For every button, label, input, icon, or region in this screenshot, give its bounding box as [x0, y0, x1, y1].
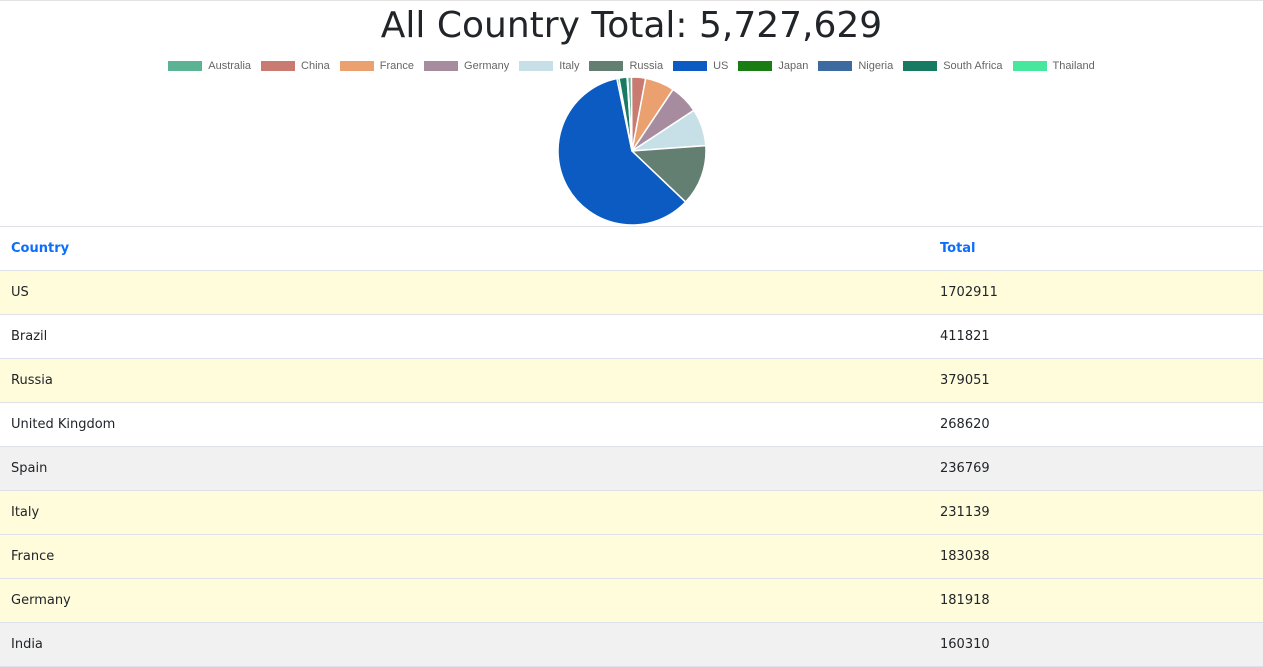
cell-country: Germany	[11, 593, 71, 608]
legend-item-nigeria[interactable]: Nigeria	[818, 60, 893, 72]
cell-total: 1702911	[940, 285, 998, 300]
legend-label: Russia	[629, 60, 664, 72]
legend-label: Thailand	[1052, 60, 1095, 72]
legend-swatch	[589, 61, 624, 71]
legend-item-france[interactable]: France	[339, 60, 415, 72]
cell-total: 181918	[940, 593, 990, 608]
legend-swatch	[818, 61, 853, 71]
table-row: Brazil 411821	[0, 315, 1263, 359]
cell-total: 183038	[940, 549, 990, 564]
cell-total: 236769	[940, 461, 990, 476]
cell-total: 379051	[940, 373, 990, 388]
table-row: Russia 379051	[0, 359, 1263, 403]
pie-chart	[556, 76, 707, 226]
cell-country: United Kingdom	[11, 417, 116, 432]
legend-item-china[interactable]: China	[261, 60, 330, 72]
legend-item-australia[interactable]: Australia	[168, 60, 251, 72]
legend-swatch	[673, 61, 708, 71]
cell-country: Russia	[11, 373, 53, 388]
table-row: India 160310	[0, 623, 1263, 667]
cell-country: US	[11, 285, 29, 300]
legend-label: France	[379, 60, 415, 72]
table-header-row: Country Total	[0, 227, 1263, 271]
cell-country: France	[11, 549, 55, 564]
country-table: Country Total US 1702911 Brazil 411821 Russi…	[0, 226, 1263, 667]
legend-swatch	[168, 61, 203, 71]
table-row: France 183038	[0, 535, 1263, 579]
legend-item-thailand[interactable]: Thailand	[1012, 60, 1095, 72]
legend-swatch	[738, 61, 773, 71]
legend-item-us[interactable]: US	[673, 60, 728, 72]
legend-label: Nigeria	[858, 60, 894, 72]
legend-label: Germany	[464, 60, 510, 72]
legend-label: Italy	[559, 60, 580, 72]
legend-swatch	[1012, 61, 1047, 71]
legend-swatch	[424, 61, 459, 71]
legend-swatch	[903, 61, 938, 71]
legend-label: US	[713, 60, 729, 72]
cell-country: Brazil	[11, 329, 48, 344]
cell-total: 411821	[940, 329, 990, 344]
table-row: Italy 231139	[0, 491, 1263, 535]
cell-country: Spain	[11, 461, 48, 476]
legend-item-italy[interactable]: Italy	[519, 60, 579, 72]
cell-total: 160310	[940, 637, 990, 652]
legend-item-japan[interactable]: Japan	[738, 60, 808, 72]
legend-label: South Africa	[943, 60, 1003, 72]
legend-item-russia[interactable]: Russia	[589, 60, 663, 72]
header-total[interactable]: Total	[940, 241, 976, 256]
table-row: US 1702911	[0, 271, 1263, 315]
table-row: Spain 236769	[0, 447, 1263, 491]
cell-country: India	[11, 637, 43, 652]
cell-country: Italy	[11, 505, 40, 520]
legend-swatch	[519, 61, 554, 71]
legend-item-south-africa[interactable]: South Africa	[903, 60, 1003, 72]
legend-item-germany[interactable]: Germany	[424, 60, 509, 72]
legend-swatch	[339, 61, 374, 71]
legend-label: China	[301, 60, 330, 72]
table-body: US 1702911 Brazil 411821 Russia 379051 United …	[0, 271, 1263, 667]
table-row: United Kingdom 268620	[0, 403, 1263, 447]
legend-swatch	[261, 61, 296, 71]
header-country[interactable]: Country	[0, 241, 940, 256]
legend-label: Australia	[208, 60, 252, 72]
pie-chart-container	[0, 76, 1263, 226]
top-divider	[0, 0, 1263, 1]
legend-label: Japan	[778, 60, 809, 72]
cell-total: 268620	[940, 417, 990, 432]
page-title: All Country Total: 5,727,629	[380, 5, 883, 46]
table-row: Germany 181918	[0, 579, 1263, 623]
chart-legend: Australia China France Germany Italy Russia US…	[0, 57, 1263, 75]
cell-total: 231139	[940, 505, 990, 520]
